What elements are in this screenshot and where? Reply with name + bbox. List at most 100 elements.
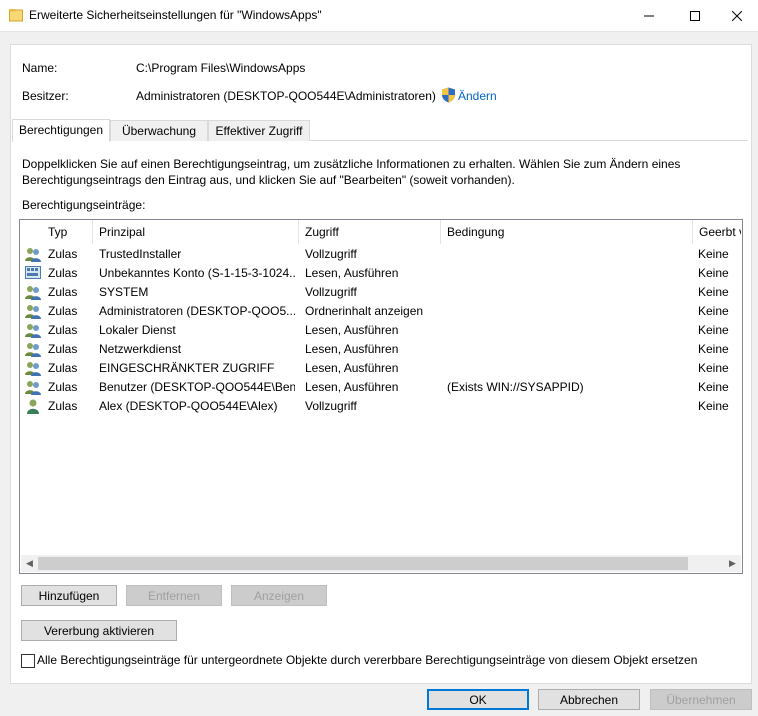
tab-permissions[interactable]: Berechtigungen — [12, 119, 110, 142]
tab-effective-access[interactable]: Effektiver Zugriff — [208, 120, 310, 141]
scroll-right-icon[interactable]: ▶ — [724, 555, 741, 572]
minimize-button[interactable] — [626, 0, 672, 31]
cell-type: Zulas — [48, 399, 78, 413]
cell-condition: (Exists WIN://SYSAPPID) — [447, 380, 584, 394]
table-row[interactable]: Zulas Alex (DESKTOP-QOO544E\Alex) Vollzugr… — [20, 397, 740, 416]
group-icon — [25, 248, 41, 262]
cell-inherited: Keine — [698, 380, 729, 394]
cell-type: Zulas — [48, 304, 78, 318]
cell-inherited: Keine — [698, 342, 729, 356]
cell-type: Zulas — [48, 266, 78, 280]
cell-principal: Administratoren (DESKTOP-QOO5... — [99, 304, 295, 318]
window-title: Erweiterte Sicherheitseinstellungen für … — [29, 8, 322, 22]
title-bar: Erweiterte Sicherheitseinstellungen für … — [0, 0, 758, 32]
cell-access: Lesen, Ausführen — [305, 323, 399, 337]
cell-inherited: Keine — [698, 266, 729, 280]
table-row[interactable]: Zulas EINGESCHRÄNKTER ZUGRIFF Lesen, Ausfü… — [20, 359, 740, 378]
horizontal-scrollbar[interactable]: ◀ ▶ — [21, 555, 741, 572]
table-row[interactable]: Zulas Netzwerkdienst Lesen, Ausführen Keine — [20, 340, 740, 359]
add-button[interactable]: Hinzufügen — [21, 585, 117, 606]
column-header-inherited[interactable]: Geerbt v — [693, 220, 741, 244]
cell-principal: Lokaler Dienst — [99, 323, 176, 337]
cancel-button[interactable]: Abbrechen — [538, 689, 640, 710]
cell-access: Lesen, Ausführen — [305, 266, 399, 280]
cell-principal: Unbekanntes Konto (S-1-15-3-1024... — [99, 266, 295, 280]
name-label: Name: — [22, 61, 58, 75]
group-icon — [25, 286, 41, 300]
owner-label: Besitzer: — [22, 89, 69, 103]
cell-condition — [447, 264, 691, 283]
shield-icon — [442, 87, 455, 103]
ok-button[interactable]: OK — [427, 689, 529, 710]
scroll-left-icon[interactable]: ◀ — [21, 555, 38, 572]
cell-inherited: Keine — [698, 285, 729, 299]
cell-inherited: Keine — [698, 361, 729, 375]
cell-condition — [447, 302, 691, 321]
minimize-icon — [644, 15, 654, 16]
cell-condition — [447, 359, 691, 378]
apply-button[interactable]: Übernehmen — [650, 689, 752, 710]
group-icon — [25, 305, 41, 319]
remove-button[interactable]: Entfernen — [126, 585, 222, 606]
cell-type: Zulas — [48, 380, 78, 394]
cell-access: Vollzugriff — [305, 399, 357, 413]
permission-entries-list[interactable]: Typ Prinzipal Zugriff Bedingung Geerbt v… — [19, 219, 743, 574]
column-header-condition[interactable]: Bedingung — [441, 220, 693, 244]
cell-inherited: Keine — [698, 247, 729, 261]
cell-principal: TrustedInstaller — [99, 247, 182, 261]
cell-inherited: Keine — [698, 399, 729, 413]
close-icon — [732, 10, 742, 21]
entries-label: Berechtigungseinträge: — [22, 198, 146, 212]
cell-access: Lesen, Ausführen — [305, 361, 399, 375]
table-row[interactable]: Zulas Unbekanntes Konto (S-1-15-3-1024...… — [20, 264, 740, 283]
user-icon — [27, 399, 39, 414]
cell-principal: SYSTEM — [99, 285, 149, 299]
unknown-account-icon — [25, 266, 41, 279]
cell-type: Zulas — [48, 285, 78, 299]
cell-condition — [447, 340, 691, 359]
name-value: C:\Program Files\WindowsApps — [136, 61, 306, 75]
cell-access: Ordnerinhalt anzeigen — [305, 304, 424, 318]
enable-inheritance-button[interactable]: Vererbung aktivieren — [21, 620, 177, 641]
table-row[interactable]: Zulas Administratoren (DESKTOP-QOO5... Ord… — [20, 302, 740, 321]
cell-principal: Netzwerkdienst — [99, 342, 182, 356]
cell-principal: EINGESCHRÄNKTER ZUGRIFF — [99, 361, 275, 375]
description-text: Doppelklicken Sie auf einen Berechtigung… — [22, 157, 681, 187]
tab-auditing[interactable]: Überwachung — [110, 120, 208, 141]
cell-principal: Benutzer (DESKTOP-QOO544E\Ben... — [99, 380, 295, 394]
cell-inherited: Keine — [698, 304, 729, 318]
scrollbar-thumb[interactable] — [38, 557, 688, 570]
table-row[interactable]: Zulas Lokaler Dienst Lesen, Ausführen Keine — [20, 321, 740, 340]
cell-inherited: Keine — [698, 323, 729, 337]
column-header-access[interactable]: Zugriff — [299, 220, 441, 244]
view-button[interactable]: Anzeigen — [231, 585, 327, 606]
close-button[interactable] — [716, 0, 758, 31]
column-header-type[interactable]: Typ — [42, 220, 93, 244]
cell-principal: Alex (DESKTOP-QOO544E\Alex) — [99, 399, 278, 413]
cell-condition — [447, 397, 691, 416]
replace-child-permissions-checkbox[interactable] — [21, 654, 35, 668]
replace-child-permissions-label: Alle Berechtigungseinträge für untergeor… — [37, 653, 698, 667]
group-icon — [25, 381, 41, 395]
folder-icon — [9, 9, 23, 22]
cell-condition — [447, 321, 691, 340]
maximize-icon — [690, 10, 700, 21]
group-icon — [25, 362, 41, 376]
table-row[interactable]: Zulas TrustedInstaller Vollzugriff Keine — [20, 245, 740, 264]
cell-condition — [447, 245, 691, 264]
maximize-button[interactable] — [672, 0, 718, 31]
cell-access: Vollzugriff — [305, 247, 357, 261]
cell-type: Zulas — [48, 361, 78, 375]
cell-type: Zulas — [48, 323, 78, 337]
group-icon — [25, 343, 41, 357]
cell-condition — [447, 283, 691, 302]
cell-type: Zulas — [48, 247, 78, 261]
cell-access: Vollzugriff — [305, 285, 357, 299]
cell-access: Lesen, Ausführen — [305, 380, 399, 394]
table-row[interactable]: Zulas Benutzer (DESKTOP-QOO544E\Ben... Les… — [20, 378, 740, 397]
column-header-principal[interactable]: Prinzipal — [93, 220, 299, 244]
change-owner-link[interactable]: Ändern — [458, 89, 497, 103]
cell-type: Zulas — [48, 342, 78, 356]
table-row[interactable]: Zulas SYSTEM Vollzugriff Keine — [20, 283, 740, 302]
group-icon — [25, 324, 41, 338]
